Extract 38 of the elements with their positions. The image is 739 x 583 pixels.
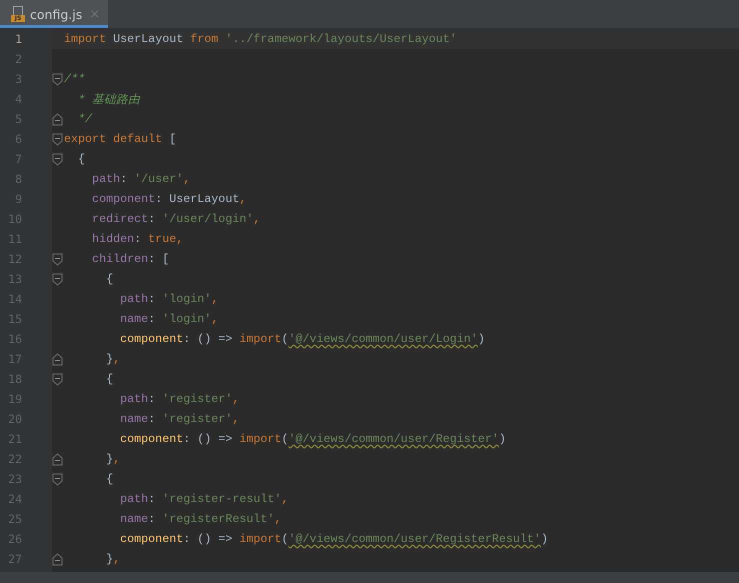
fold-icon[interactable] <box>52 352 63 366</box>
code-line: path: 'register-result', <box>119 492 288 506</box>
line-number: 1 <box>14 32 22 46</box>
fold-icon[interactable] <box>52 72 63 86</box>
code-line: }, <box>105 452 120 466</box>
code-line: name: 'register', <box>119 412 240 426</box>
code-line: path: 'register', <box>119 392 240 406</box>
fold-icon[interactable] <box>52 152 63 166</box>
code-line: { <box>105 372 114 386</box>
code-line: component: () => import('@/views/common/user/Register') <box>119 432 506 446</box>
fold-icon[interactable] <box>52 552 63 566</box>
code-line: export default [ <box>64 132 176 146</box>
code-line: { <box>105 272 114 286</box>
code-line: /** <box>64 72 86 86</box>
fold-icon[interactable] <box>52 112 63 126</box>
code-line: * 基础路由 <box>77 92 140 106</box>
fold-icon[interactable] <box>52 452 63 466</box>
code-line: component: () => import('@/views/common/user/Login') <box>119 332 485 346</box>
code-line: name: 'login', <box>119 312 218 326</box>
code-line: import UserLayout from '../framework/layouts/UserLayout' <box>64 32 457 46</box>
code-line: path: 'login', <box>119 292 218 306</box>
fold-icon[interactable] <box>52 372 63 386</box>
fold-icon[interactable] <box>52 472 63 486</box>
code-line: }, <box>105 552 120 566</box>
code-line: component: () => import('@/views/common/user/RegisterResult') <box>119 532 548 546</box>
fold-icon[interactable] <box>52 272 63 286</box>
code-line: hidden: true, <box>91 232 184 246</box>
code-line: */ <box>77 112 92 126</box>
code-line: path: '/user', <box>91 172 190 186</box>
code-line: }, <box>105 352 120 366</box>
code-line: { <box>105 472 114 486</box>
code-line: redirect: '/user/login', <box>91 212 260 226</box>
code-line: children: [ <box>91 252 170 266</box>
fold-icon[interactable] <box>52 132 63 146</box>
code-line: name: 'registerResult', <box>119 512 282 526</box>
fold-icon[interactable] <box>52 252 63 266</box>
code-line: { <box>77 152 86 166</box>
code-line: component: UserLayout, <box>91 192 246 206</box>
